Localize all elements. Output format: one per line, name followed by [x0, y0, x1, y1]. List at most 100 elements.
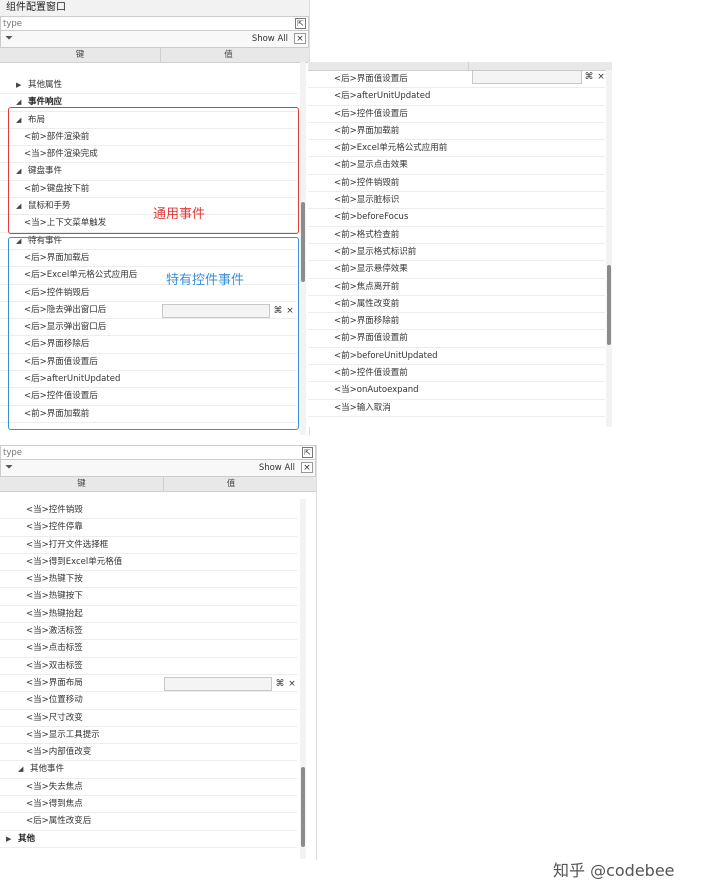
key-column-header: 键 — [75, 50, 85, 60]
property-row[interactable]: <当>点击标签 — [0, 640, 316, 658]
popout-icon[interactable]: ⇱ — [295, 18, 306, 29]
property-row[interactable]: <前>格式检查前 — [308, 227, 612, 244]
scrollbar-thumb[interactable] — [301, 767, 305, 847]
property-row[interactable]: ▶ 其他 — [0, 831, 316, 848]
property-row[interactable]: <当>尺寸改变 — [0, 710, 316, 727]
command-icon[interactable]: ⌘ — [583, 70, 595, 84]
show-all-label[interactable]: Show All — [252, 34, 288, 44]
filter-row: ⏷ Show All × — [0, 460, 316, 477]
property-key-label: <当>内部值改变 — [26, 747, 92, 758]
property-row[interactable]: <当>激活标签 — [0, 623, 316, 641]
property-row[interactable]: <当>得到Excel单元格值 — [0, 554, 316, 572]
property-key-label: <当>控件停靠 — [26, 522, 83, 533]
property-key-label: <当>点击标签 — [26, 643, 83, 654]
property-key-label: <前>控件销毁前 — [334, 177, 400, 188]
property-key-label: <当>控件销毁 — [26, 505, 83, 515]
watermark: 知乎 @codebee — [553, 861, 675, 880]
property-row[interactable]: <当>得到焦点 — [0, 796, 316, 814]
property-row[interactable]: <前>显示悬停效果 — [308, 261, 612, 279]
property-row[interactable]: <当>onAutoexpand — [308, 382, 612, 400]
value-input[interactable] — [164, 676, 272, 691]
scrollbar-thumb[interactable] — [301, 202, 305, 282]
property-key-label: <前>显示格式标识前 — [334, 246, 417, 257]
property-key-label: <当>得到焦点 — [26, 799, 83, 810]
clear-value-button[interactable]: × — [286, 677, 298, 691]
property-key-label: <前>beforeFocus — [334, 212, 409, 223]
search-input[interactable] — [1, 446, 265, 460]
property-row[interactable]: ▶ 其他属性 — [0, 77, 309, 95]
popout-icon[interactable]: ⇱ — [302, 447, 313, 458]
collapse-arrow-icon[interactable]: ◢ — [18, 761, 23, 778]
filter-icon[interactable]: ⏷ — [5, 462, 13, 473]
value-column-header: 值 — [160, 48, 296, 62]
property-row[interactable]: <当>控件销毁 — [0, 502, 316, 520]
property-row[interactable]: <前>界面值设置前 — [308, 330, 612, 348]
key-column-header — [308, 62, 468, 70]
property-row[interactable]: <前>Excel单元格公式应用前 — [308, 140, 612, 158]
property-row[interactable]: <后>afterUnitUpdated — [308, 88, 612, 106]
property-key-label: <当>得到Excel单元格值 — [26, 556, 123, 567]
expand-arrow-icon[interactable]: ▶ — [16, 77, 21, 94]
property-row[interactable]: <当>内部值改变 — [0, 744, 316, 762]
property-row[interactable]: <当>控件停靠 — [0, 519, 316, 537]
property-rows: <当>控件销毁 <当>控件停靠 <当>打开文件选择框 <当>得到Excel单元格值 <当… — [0, 502, 316, 848]
filter-icon[interactable]: ⏷ — [5, 33, 13, 44]
property-key-label: <当>热键抬起 — [26, 608, 83, 619]
property-row[interactable]: <前>beforeFocus — [308, 209, 612, 227]
property-rows: <后>界面值设置后 <后>afterUnitUpdated <后>控件值设置后 <前>… — [308, 71, 612, 417]
command-icon[interactable]: ⌘ — [274, 677, 286, 691]
window-title: 组件配置窗口 — [0, 0, 309, 16]
scrollbar[interactable] — [300, 499, 306, 859]
value-input[interactable] — [472, 70, 582, 84]
property-row[interactable]: <前>焦点离开前 — [308, 279, 612, 296]
property-key-label: <前>焦点离开前 — [334, 281, 400, 292]
property-key-label: 其他 — [18, 833, 36, 844]
property-row[interactable]: <前>显示点击效果 — [308, 157, 612, 175]
scrollbar[interactable] — [606, 70, 612, 427]
property-row[interactable]: <当>打开文件选择框 — [0, 537, 316, 554]
property-key-label: <当>显示工具提示 — [26, 729, 100, 740]
scrollbar[interactable] — [300, 62, 306, 435]
property-row[interactable]: <当>输入取消 — [308, 400, 612, 417]
property-row[interactable]: <当>热键下按 — [0, 571, 316, 589]
property-row[interactable]: ◢ 其他事件 — [0, 761, 316, 779]
property-key-label: <当>热键按下 — [26, 591, 83, 602]
property-row[interactable]: <前>界面移除前 — [308, 313, 612, 331]
property-row[interactable]: <前>属性改变前 — [308, 296, 612, 314]
property-row[interactable]: <前>显示格式标识前 — [308, 244, 612, 262]
property-row[interactable]: <后>控件值设置后 — [308, 106, 612, 123]
special-events-label: 特有控件事件 — [166, 273, 245, 288]
property-key-label: <当>输入取消 — [334, 402, 391, 413]
property-row[interactable]: <当>热键抬起 — [0, 606, 316, 624]
filter-row: ⏷ Show All × — [0, 31, 309, 48]
property-row[interactable]: <后>属性改变后 — [0, 813, 316, 831]
property-key-label: <当>界面布局 — [26, 677, 83, 688]
property-row[interactable]: <前>显示脏标识 — [308, 192, 612, 210]
property-key-label: <当>热键下按 — [26, 574, 83, 585]
property-row[interactable]: <当>显示工具提示 — [0, 727, 316, 745]
search-input[interactable] — [1, 17, 265, 31]
property-row[interactable]: <前>控件值设置前 — [308, 365, 612, 383]
property-row[interactable]: <前>控件销毁前 — [308, 175, 612, 193]
property-panel-right: <后>界面值设置后 <后>afterUnitUpdated <后>控件值设置后 <前>… — [308, 62, 612, 427]
property-row[interactable]: <当>热键按下 — [0, 588, 316, 606]
clear-filter-button[interactable]: × — [294, 33, 306, 44]
search-row: ⇱ — [0, 16, 309, 31]
property-key-label: <前>界面值设置前 — [334, 333, 408, 344]
property-row[interactable]: <前>beforeUnitUpdated — [308, 348, 612, 366]
property-row[interactable]: <当>界面布局 ⌘ × — [0, 675, 316, 693]
property-key-label: <前>显示点击效果 — [334, 160, 408, 171]
property-row[interactable]: <当>双击标签 — [0, 658, 316, 675]
general-events-label: 通用事件 — [153, 207, 206, 222]
property-row[interactable]: <当>位置移动 — [0, 692, 316, 710]
property-row[interactable]: <前>界面加载前 — [308, 123, 612, 141]
column-header: 键 值 — [0, 477, 316, 492]
expand-arrow-icon[interactable]: ▶ — [6, 831, 11, 848]
column-header: 键 值 — [0, 48, 309, 63]
show-all-label[interactable]: Show All — [259, 463, 295, 473]
property-row[interactable]: <当>失去焦点 — [0, 779, 316, 797]
property-key-label: <前>控件值设置前 — [334, 368, 408, 379]
property-key-label: <后>afterUnitUpdated — [334, 91, 431, 102]
clear-filter-button[interactable]: × — [301, 462, 313, 473]
scrollbar-thumb[interactable] — [607, 265, 611, 345]
